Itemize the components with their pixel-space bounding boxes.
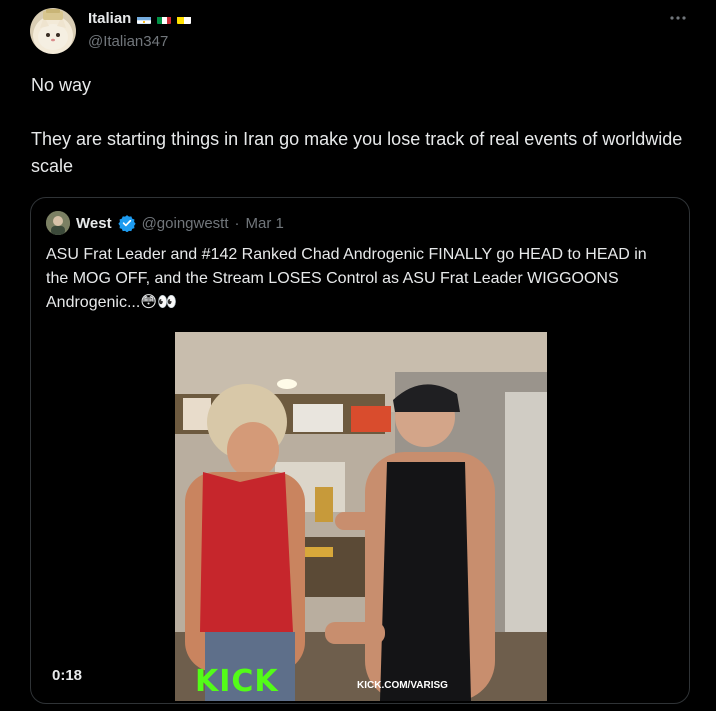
author-avatar[interactable] — [30, 8, 76, 54]
author-handle[interactable]: @Italian347 — [88, 33, 168, 50]
author-display-name[interactable]: Italian — [88, 10, 131, 27]
verified-badge-icon — [117, 214, 136, 232]
video-player[interactable]: KICK KICK.COM/VARISG — [175, 332, 547, 701]
tweet-text: No way They are starting things in Iran … — [31, 72, 691, 180]
quoted-date[interactable]: Mar 1 — [246, 215, 284, 232]
vatican-flag-icon — [177, 14, 192, 24]
tweet-post: Italian @Italian347 No way They are star… — [0, 0, 716, 711]
kick-logo: KICK — [195, 664, 279, 699]
author-name-row: Italian — [88, 10, 192, 27]
quoted-tweet[interactable]: West @goingwestt · Mar 1 ASU Frat Leader… — [30, 197, 690, 704]
more-options-icon[interactable] — [668, 8, 688, 33]
quoted-tweet-text: ASU Frat Leader and #142 Ranked Chad And… — [46, 246, 647, 311]
kick-watermark-url: KICK.COM/VARISG — [357, 680, 448, 691]
italy-flag-icon — [157, 14, 172, 24]
quoted-author-name[interactable]: West — [76, 215, 112, 232]
argentina-flag-icon — [137, 14, 152, 24]
tweet-paragraph: They are starting things in Iran go make… — [31, 129, 683, 176]
meta-separator: · — [234, 214, 240, 232]
tweet-paragraph: No way — [31, 75, 92, 95]
quoted-author-avatar[interactable] — [46, 211, 70, 235]
quoted-author-handle[interactable]: @goingwestt — [142, 215, 229, 232]
video-duration: 0:18 — [52, 667, 83, 684]
quoted-tweet-header: West @goingwestt · Mar 1 — [46, 211, 284, 235]
video-thumbnail — [175, 332, 547, 701]
